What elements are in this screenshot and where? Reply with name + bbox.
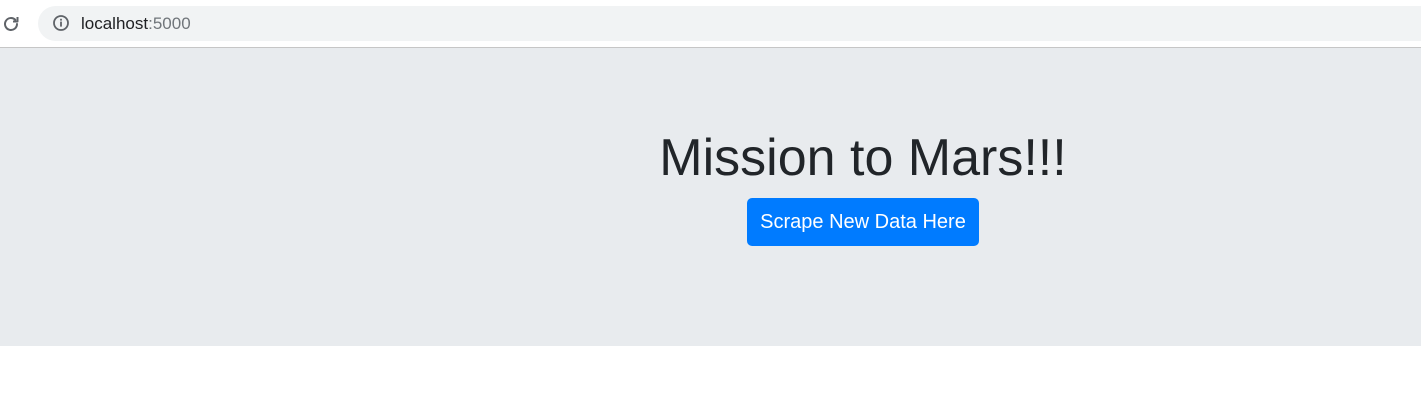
browser-toolbar: localhost:5000 — [0, 0, 1421, 48]
url-host: localhost — [81, 14, 149, 33]
address-bar[interactable]: localhost:5000 — [38, 6, 1421, 41]
url-text: localhost:5000 — [81, 14, 191, 33]
jumbotron: Mission to Mars!!! Scrape New Data Here — [0, 48, 1421, 346]
page-title: Mission to Mars!!! — [659, 129, 1067, 187]
info-icon[interactable] — [52, 14, 70, 32]
scrape-button[interactable]: Scrape New Data Here — [747, 198, 979, 246]
reload-icon[interactable] — [0, 13, 22, 35]
url-port: :5000 — [148, 14, 191, 33]
